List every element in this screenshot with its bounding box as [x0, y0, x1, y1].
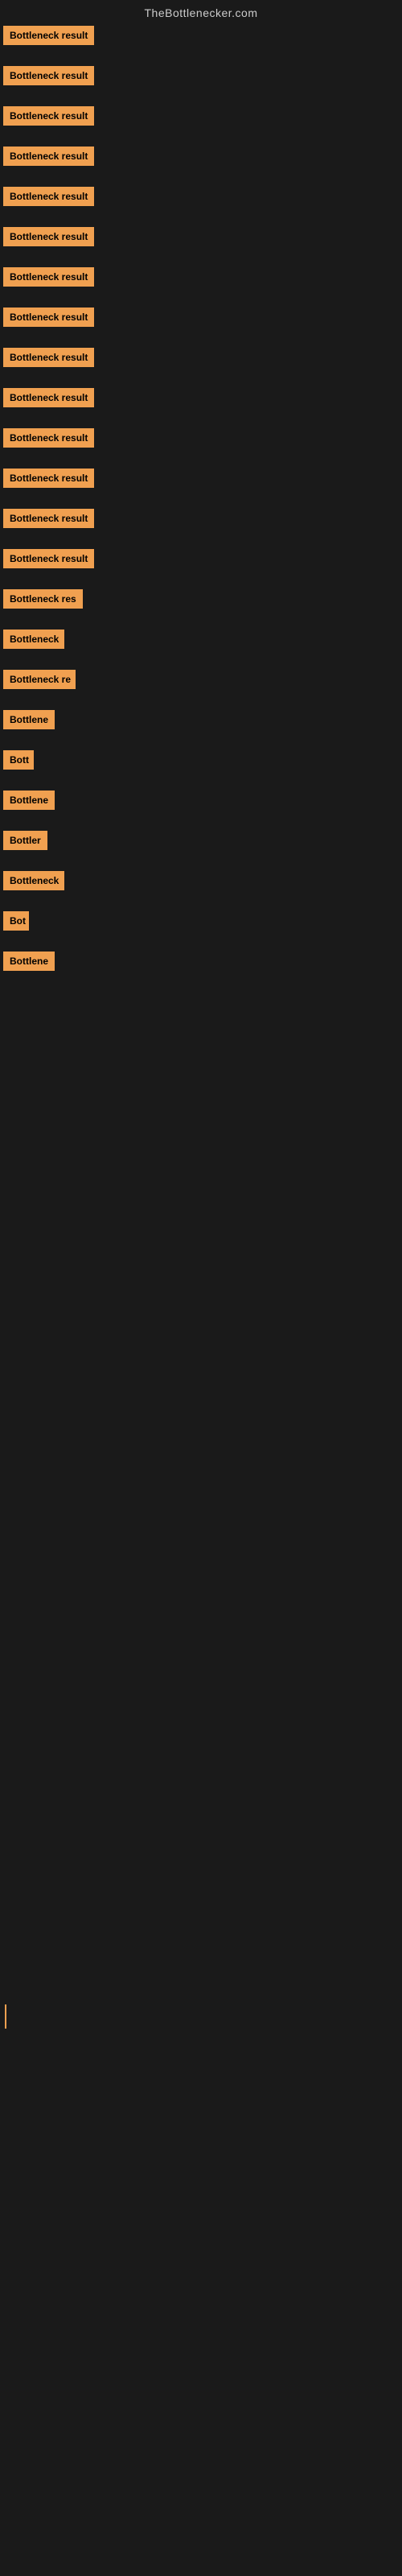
- bottleneck-item-22: Bottleneck: [3, 871, 402, 890]
- bottleneck-label-22[interactable]: Bottleneck: [3, 871, 64, 890]
- bottom-indicator: [5, 2004, 6, 2029]
- bottleneck-item-5: Bottleneck result: [3, 187, 402, 206]
- bottleneck-label-13[interactable]: Bottleneck result: [3, 509, 94, 528]
- bottleneck-item-14: Bottleneck result: [3, 549, 402, 568]
- bottleneck-label-16[interactable]: Bottleneck: [3, 630, 64, 649]
- bottleneck-item-6: Bottleneck result: [3, 227, 402, 246]
- bottleneck-label-12[interactable]: Bottleneck result: [3, 469, 94, 488]
- bottleneck-item-2: Bottleneck result: [3, 66, 402, 85]
- site-header: TheBottlenecker.com: [0, 0, 402, 23]
- bottleneck-label-19[interactable]: Bott: [3, 750, 34, 770]
- bottleneck-item-12: Bottleneck result: [3, 469, 402, 488]
- bottleneck-label-14[interactable]: Bottleneck result: [3, 549, 94, 568]
- bottleneck-label-10[interactable]: Bottleneck result: [3, 388, 94, 407]
- bottleneck-item-23: Bot: [3, 911, 402, 931]
- bottleneck-label-9[interactable]: Bottleneck result: [3, 348, 94, 367]
- bottleneck-item-13: Bottleneck result: [3, 509, 402, 528]
- bottleneck-item-15: Bottleneck res: [3, 589, 402, 609]
- bottleneck-label-18[interactable]: Bottlene: [3, 710, 55, 729]
- bottleneck-item-8: Bottleneck result: [3, 308, 402, 327]
- bottleneck-label-20[interactable]: Bottlene: [3, 791, 55, 810]
- bottleneck-label-15[interactable]: Bottleneck res: [3, 589, 83, 609]
- bottleneck-item-10: Bottleneck result: [3, 388, 402, 407]
- bottleneck-item-19: Bott: [3, 750, 402, 770]
- bottleneck-label-11[interactable]: Bottleneck result: [3, 428, 94, 448]
- bottleneck-label-17[interactable]: Bottleneck re: [3, 670, 76, 689]
- bottleneck-label-7[interactable]: Bottleneck result: [3, 267, 94, 287]
- bottleneck-label-8[interactable]: Bottleneck result: [3, 308, 94, 327]
- bottleneck-item-18: Bottlene: [3, 710, 402, 729]
- bottleneck-item-16: Bottleneck: [3, 630, 402, 649]
- bottleneck-item-4: Bottleneck result: [3, 147, 402, 166]
- bottleneck-label-3[interactable]: Bottleneck result: [3, 106, 94, 126]
- bottleneck-label-2[interactable]: Bottleneck result: [3, 66, 94, 85]
- bottleneck-label-5[interactable]: Bottleneck result: [3, 187, 94, 206]
- bottleneck-label-4[interactable]: Bottleneck result: [3, 147, 94, 166]
- bottleneck-item-11: Bottleneck result: [3, 428, 402, 448]
- site-title: TheBottlenecker.com: [144, 6, 257, 19]
- bottleneck-item-7: Bottleneck result: [3, 267, 402, 287]
- bottleneck-item-9: Bottleneck result: [3, 348, 402, 367]
- bottleneck-item-1: Bottleneck result: [3, 26, 402, 45]
- bottleneck-item-3: Bottleneck result: [3, 106, 402, 126]
- bottleneck-label-23[interactable]: Bot: [3, 911, 29, 931]
- items-container: Bottleneck result Bottleneck result Bottle…: [0, 23, 402, 971]
- bottleneck-label-21[interactable]: Bottler: [3, 831, 47, 850]
- bottleneck-label-24[interactable]: Bottlene: [3, 952, 55, 971]
- bottleneck-label-1[interactable]: Bottleneck result: [3, 26, 94, 45]
- bottleneck-label-6[interactable]: Bottleneck result: [3, 227, 94, 246]
- bottleneck-item-20: Bottlene: [3, 791, 402, 810]
- bottleneck-item-17: Bottleneck re: [3, 670, 402, 689]
- bottleneck-item-24: Bottlene: [3, 952, 402, 971]
- bottleneck-item-21: Bottler: [3, 831, 402, 850]
